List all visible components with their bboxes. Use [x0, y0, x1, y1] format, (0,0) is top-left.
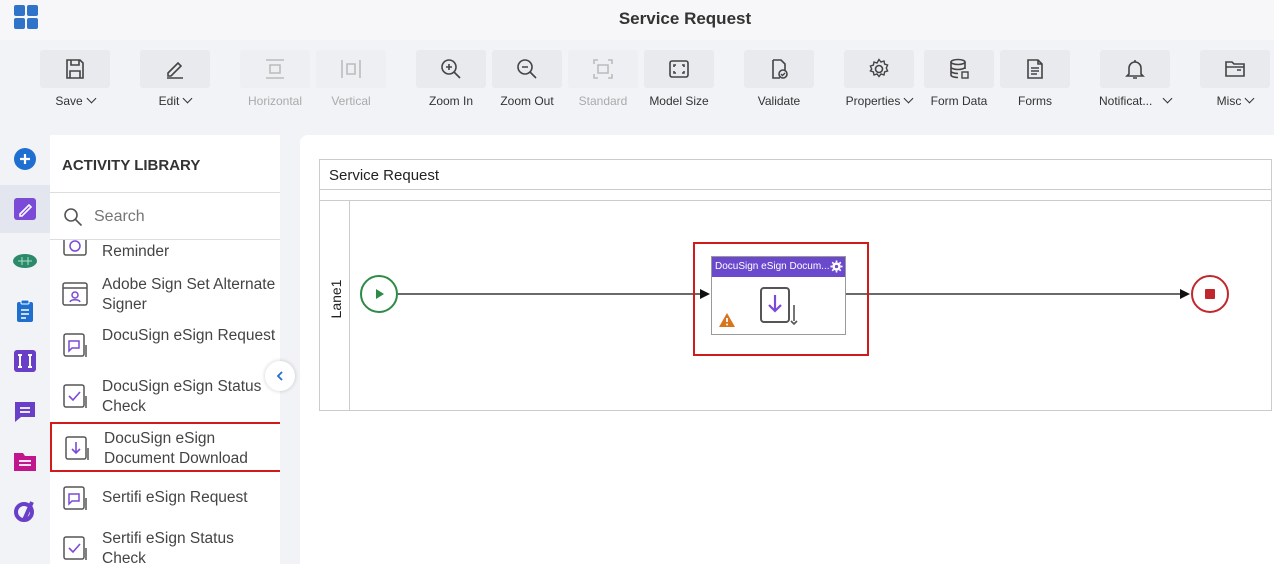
stop-icon: [1205, 289, 1215, 299]
end-event[interactable]: [1191, 275, 1229, 313]
warning-icon: [719, 313, 735, 327]
document-download-icon: [760, 287, 798, 325]
play-icon: [376, 289, 384, 299]
gear-icon[interactable]: [830, 260, 843, 273]
start-event[interactable]: [360, 275, 398, 313]
docusign-download-task[interactable]: DocuSign eSign Docum...: [711, 256, 846, 335]
task-title: DocuSign eSign Docum...: [715, 261, 830, 272]
connectors: [398, 289, 1190, 299]
task-header[interactable]: DocuSign eSign Docum...: [712, 257, 845, 277]
